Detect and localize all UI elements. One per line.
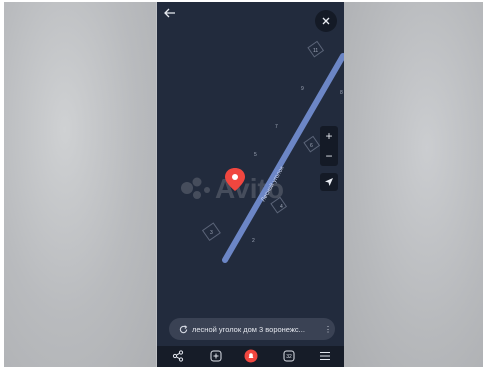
zoom-controls: + − [320,126,338,166]
zoom-out-button[interactable]: − [320,146,338,166]
house-number: 8 [340,90,343,96]
zoom-in-button[interactable]: + [320,126,338,146]
house-number: 4 [280,204,283,210]
address-text: лесной уголок дом 3 воронежс... [192,324,305,334]
house-number: 11 [313,48,318,54]
house-number: 3 [210,230,213,236]
phone-screen: Avito Лесной уголок 11 9 8 7 6 5 4 3 2 +… [157,2,344,367]
locate-button[interactable] [320,173,338,191]
address-bar[interactable]: лесной уголок дом 3 воронежс... ⋮ [169,318,335,340]
navigation-arrow-icon [325,178,333,186]
house-number: 7 [275,124,278,130]
house-number: 9 [301,86,304,92]
blurred-background-right [343,2,483,367]
house-number: 6 [310,143,313,149]
screenshot-frame: Avito Лесной уголок 11 9 8 7 6 5 4 3 2 +… [4,2,483,367]
back-button[interactable] [162,5,178,21]
refresh-icon[interactable] [174,324,192,334]
close-button[interactable] [315,10,337,32]
more-vertical-icon[interactable]: ⋮ [321,325,335,334]
share-icon[interactable] [171,349,185,363]
close-icon [322,17,330,25]
house-number: 5 [254,152,257,158]
blurred-background-left [4,2,156,367]
notification-icon[interactable] [244,349,258,363]
badge-count: 32 [286,354,292,360]
badge-icon[interactable]: 32 [282,349,296,363]
house-number: 2 [252,238,255,244]
menu-icon[interactable] [318,349,332,363]
arrow-left-icon [164,8,175,18]
add-icon[interactable] [209,349,223,363]
bottom-navigation: 32 [157,346,344,367]
map-canvas[interactable]: Avito Лесной уголок 11 9 8 7 6 5 4 3 2 [157,2,344,314]
